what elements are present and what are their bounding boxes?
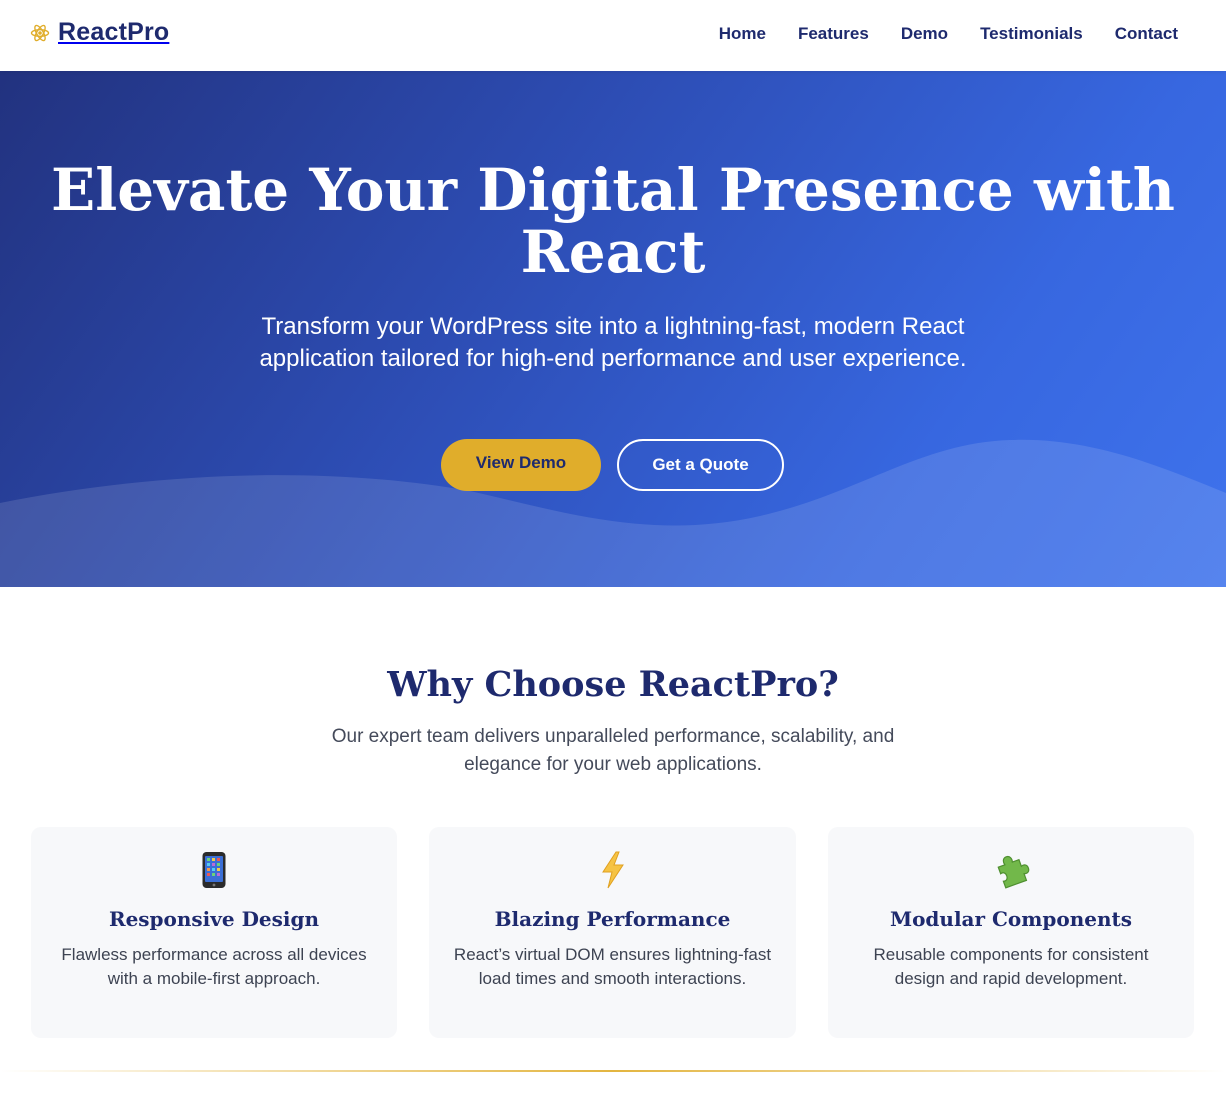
- main-nav: Home Features Demo Testimonials Contact: [719, 24, 1178, 44]
- section-divider: [0, 1070, 1226, 1072]
- feature-description: Reusable components for consistent desig…: [873, 945, 1149, 988]
- section-title: Why Choose ReactPro?: [387, 664, 839, 705]
- section-subtitle: Our expert team delivers unparalleled pe…: [331, 726, 895, 775]
- view-demo-button[interactable]: View Demo: [441, 439, 601, 491]
- hero-title-line-2: React: [520, 218, 706, 286]
- feature-card-responsive: Responsive Design Flawless performance a…: [31, 827, 397, 1038]
- nav-home[interactable]: Home: [719, 24, 766, 44]
- get-quote-button[interactable]: Get a Quote: [617, 439, 784, 491]
- puzzle-piece-icon: [828, 851, 1194, 891]
- feature-card-performance: Blazing Performance React’s virtual DOM …: [429, 827, 796, 1038]
- feature-description: React’s virtual DOM ensures lightning-fa…: [453, 945, 772, 988]
- brand-logo-link[interactable]: ReactPro: [30, 18, 169, 47]
- brand-name: ReactPro: [58, 18, 170, 46]
- feature-title: Blazing Performance: [494, 907, 731, 931]
- feature-title: Responsive Design: [108, 907, 320, 931]
- react-atom-icon: [30, 23, 50, 43]
- nav-features[interactable]: Features: [798, 24, 869, 44]
- mobile-phone-icon: [31, 851, 397, 891]
- hero-title-line-1: Elevate Your Digital Presence with: [51, 156, 1175, 224]
- hero-subtitle: Transform your WordPress site into a lig…: [259, 313, 967, 372]
- feature-title: Modular Components: [889, 907, 1133, 931]
- hero-section: Elevate Your Digital Presence with React…: [0, 71, 1226, 587]
- site-header: ReactPro Home Features Demo Testimonials…: [0, 0, 1226, 71]
- nav-contact[interactable]: Contact: [1115, 24, 1178, 44]
- nav-testimonials[interactable]: Testimonials: [980, 24, 1083, 44]
- feature-description: Flawless performance across all devices …: [61, 945, 367, 988]
- lightning-icon: [429, 851, 796, 891]
- feature-card-modular: Modular Components Reusable components f…: [828, 827, 1194, 1038]
- nav-demo[interactable]: Demo: [901, 24, 948, 44]
- hero-title: Elevate Your Digital Presence with React: [0, 159, 1226, 283]
